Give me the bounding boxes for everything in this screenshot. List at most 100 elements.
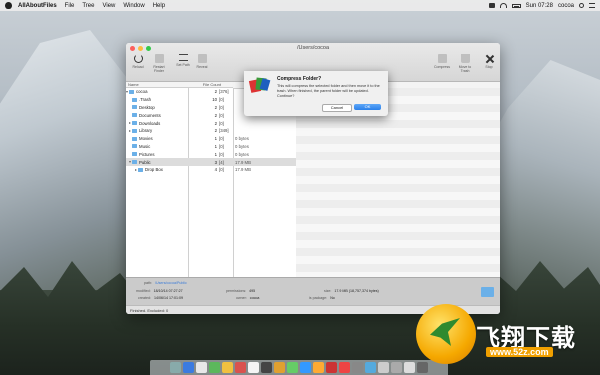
- dock-app-icon[interactable]: [209, 362, 220, 373]
- tree-item-label: Desktop: [139, 104, 155, 110]
- apple-menu-icon[interactable]: [5, 2, 12, 9]
- tree-row[interactable]: Music: [126, 143, 188, 151]
- airplay-icon[interactable]: [488, 3, 495, 8]
- reveal-button[interactable]: Reveal: [192, 54, 212, 69]
- size-label: size:: [324, 289, 332, 293]
- tree-row-selected[interactable]: Public: [126, 158, 188, 166]
- set-path-button[interactable]: Set Path: [173, 54, 193, 67]
- tree-row[interactable]: Desktop: [126, 104, 188, 112]
- dock-app-icon[interactable]: [287, 362, 298, 373]
- folder-icon: [132, 121, 137, 126]
- disclosure-triangle-icon[interactable]: [129, 122, 131, 125]
- size-value: 17.9 MB (18,757,374 bytes): [334, 289, 379, 293]
- file-count: 2: [214, 128, 217, 134]
- folder-icon: [132, 136, 137, 141]
- count-row: 4 [0]: [188, 166, 233, 174]
- dock-app-icon[interactable]: [300, 362, 311, 373]
- dock-app-icon[interactable]: [404, 362, 415, 373]
- battery-icon[interactable]: [511, 3, 521, 8]
- size-row: 0 bytes: [233, 150, 296, 158]
- tree-row[interactable]: Drop Box: [126, 166, 188, 174]
- stop-button[interactable]: Stop: [479, 54, 499, 69]
- compress-icon: [437, 54, 447, 63]
- tree-item-label: Downloads: [139, 120, 161, 126]
- dock-app-icon[interactable]: [222, 362, 233, 373]
- dock-app-icon[interactable]: [274, 362, 285, 373]
- dock-app-icon[interactable]: [196, 362, 207, 373]
- disclosure-triangle-icon[interactable]: [129, 161, 131, 164]
- dock-app-icon[interactable]: [248, 362, 259, 373]
- stop-label: Stop: [485, 65, 493, 69]
- dock-app-icon[interactable]: [378, 362, 389, 373]
- watermark-url: www.52z.com: [486, 347, 553, 357]
- path-icon: [178, 54, 188, 61]
- tree-row[interactable]: cocoa: [126, 88, 188, 96]
- dock-app-icon[interactable]: [313, 362, 324, 373]
- app-menu[interactable]: AllAboutFiles: [18, 3, 57, 9]
- menu-view[interactable]: View: [102, 3, 115, 9]
- size-row: [233, 119, 296, 127]
- menu-help[interactable]: Help: [153, 3, 165, 9]
- notification-center-icon[interactable]: [589, 3, 595, 8]
- restart-finder-button[interactable]: Restart Finder: [149, 54, 169, 73]
- spotlight-search-icon[interactable]: [579, 3, 584, 8]
- file-count: 10: [212, 97, 217, 103]
- tree-row[interactable]: Downloads: [126, 119, 188, 127]
- dock-app-icon[interactable]: [170, 362, 181, 373]
- menu-window[interactable]: Window: [123, 3, 144, 9]
- tree-row[interactable]: Movies: [126, 135, 188, 143]
- folder-icon: [132, 105, 137, 110]
- ok-button[interactable]: OK: [354, 104, 381, 110]
- created-value: 14/06/14 17:01:09: [154, 296, 183, 300]
- folder-icon: [132, 144, 137, 149]
- move-to-trash-button[interactable]: Move to Trash: [455, 54, 475, 73]
- size-row: 17.9 MB: [233, 166, 296, 174]
- menu-tree[interactable]: Tree: [82, 3, 94, 9]
- clock[interactable]: Sun 07:28: [526, 3, 553, 9]
- subfolder-count: [0]: [219, 136, 224, 142]
- move-to-trash-label: Move to Trash: [458, 65, 472, 73]
- file-count: 1: [214, 143, 217, 149]
- size-column: 0 bytes 0 bytes 0 bytes 17.9 MB 17.9 MB: [233, 88, 297, 277]
- tree-row[interactable]: Documents: [126, 111, 188, 119]
- file-count-column: 2 [376] 10 [0] 2 [0] 2 [0] 2 [0] 2 [349] 1 [0] …: [188, 88, 234, 277]
- permissions-label: permissions:: [226, 289, 247, 293]
- tree-item-label: .Trash: [139, 97, 152, 103]
- reveal-label: Reveal: [196, 65, 208, 69]
- dock-app-icon[interactable]: [417, 362, 428, 373]
- file-count: 1: [214, 151, 217, 157]
- info-panel: path:/Users/cocoa/Public modified: 18/10/…: [126, 277, 500, 306]
- disclosure-triangle-icon[interactable]: [135, 168, 137, 171]
- subfolder-count: [0]: [219, 120, 224, 126]
- wifi-icon[interactable]: [499, 3, 507, 8]
- disclosure-triangle-icon[interactable]: [126, 90, 128, 93]
- path-value[interactable]: /Users/cocoa/Public: [155, 281, 187, 285]
- dock-app-icon[interactable]: [365, 362, 376, 373]
- subfolder-count: [0]: [219, 151, 224, 157]
- tree-item-label: Movies: [139, 136, 153, 142]
- count-row: 2 [376]: [188, 88, 233, 96]
- size-row: [233, 127, 296, 135]
- dock-app-icon[interactable]: [261, 362, 272, 373]
- dock-app-icon[interactable]: [326, 362, 337, 373]
- reload-button[interactable]: Reload: [128, 54, 148, 69]
- disclosure-triangle-icon[interactable]: [129, 129, 131, 132]
- tree-row[interactable]: .Trash: [126, 96, 188, 104]
- tree-item-label: cocoa: [136, 89, 148, 95]
- tree-name-column: cocoa .Trash Desktop Documents Downloads…: [126, 88, 189, 277]
- dock-app-icon[interactable]: [391, 362, 402, 373]
- subfolder-count: [0]: [219, 112, 224, 118]
- user-menu[interactable]: cocoa: [558, 3, 574, 9]
- dock-app-icon[interactable]: [235, 362, 246, 373]
- compress-button[interactable]: Compress: [432, 54, 452, 69]
- cancel-button[interactable]: Cancel: [322, 104, 352, 112]
- file-count: 3: [214, 159, 217, 165]
- tree-row[interactable]: Pictures: [126, 150, 188, 158]
- tree-row[interactable]: Library: [126, 127, 188, 135]
- trash-icon: [460, 54, 470, 63]
- tree-item-label: Library: [139, 128, 153, 134]
- dock-app-icon[interactable]: [352, 362, 363, 373]
- dock-app-icon[interactable]: [339, 362, 350, 373]
- menu-file[interactable]: File: [65, 3, 75, 9]
- dock-app-icon[interactable]: [183, 362, 194, 373]
